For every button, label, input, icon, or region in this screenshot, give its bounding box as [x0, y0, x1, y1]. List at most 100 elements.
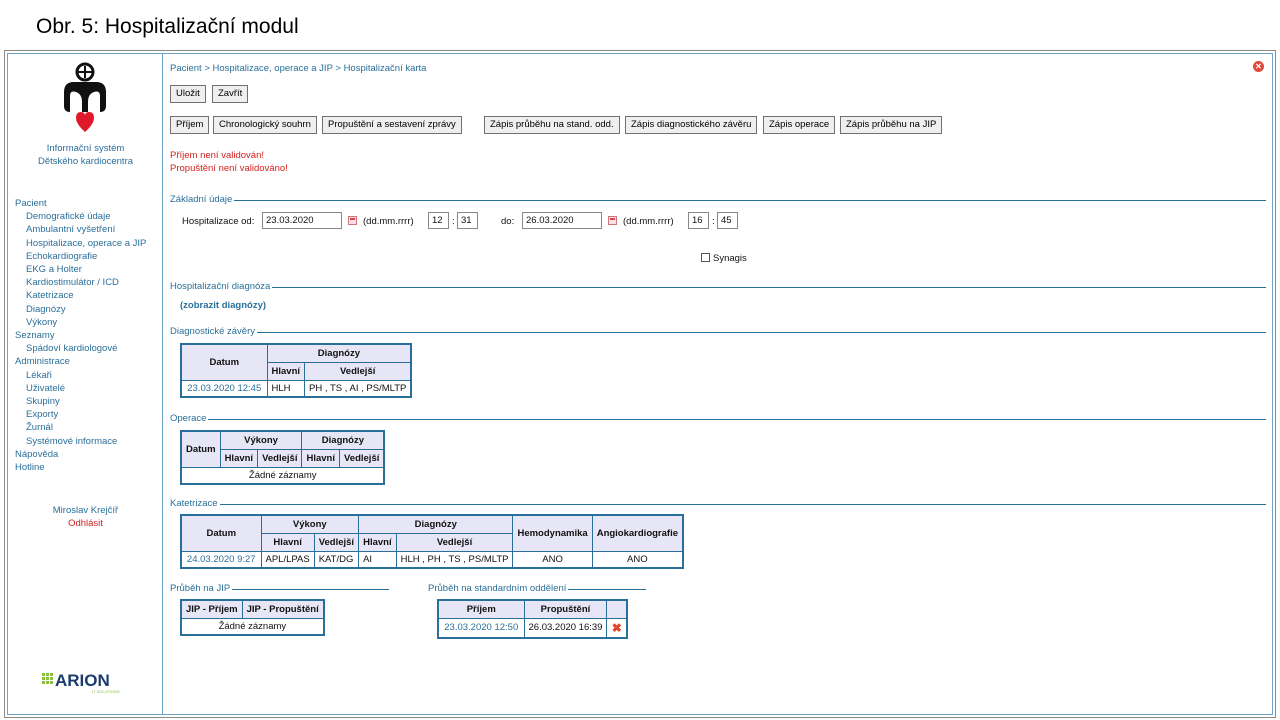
sidebar-item-hotline[interactable]: Hotline	[15, 461, 160, 474]
sidebar-nav: Pacient Demografické údaje Ambulantní vyše…	[15, 197, 160, 474]
cell-hemodynamika: ANO	[512, 550, 593, 569]
date-format-hint: (dd.mm.rrrr)	[623, 216, 674, 227]
discharge-report-button[interactable]: Propuštění a sestavení zprávy	[322, 116, 462, 134]
sidebar-item-pacient[interactable]: Pacient	[15, 197, 160, 210]
sidebar-item-l-ka-i[interactable]: Lékaři	[15, 369, 160, 382]
sidebar-item-echokardiografie[interactable]: Echokardiografie	[15, 250, 160, 263]
table-row[interactable]: 24.03.2020 9:27 APL/LPAS KAT/DG AI HLH ,…	[180, 550, 684, 569]
main-content: Pacient > Hospitalizace, operace a JIP >…	[170, 54, 1272, 714]
table-row[interactable]: 23.03.2020 12:50 26.03.2020 16:39 ✖	[437, 617, 628, 638]
breadcrumb[interactable]: Pacient > Hospitalizace, operace a JIP >…	[170, 63, 426, 74]
chronological-summary-button[interactable]: Chronologický souhrn	[213, 116, 317, 134]
icu-progress-section: Průběh na JIP	[170, 583, 389, 594]
diagnostic-conclusion-entry-button[interactable]: Zápis diagnostického závěru	[625, 116, 758, 134]
table-header-row: Datum Výkony Diagnózy	[180, 430, 385, 468]
sidebar-item-kardiostimul-tor-icd[interactable]: Kardiostimulátor / ICD	[15, 276, 160, 289]
hosp-to-minute-input[interactable]: 45	[717, 212, 738, 229]
sidebar-item-sp-dov-kardiologov[interactable]: Spádoví kardiologové	[15, 342, 160, 355]
logout-link[interactable]: Odhlásit	[8, 517, 163, 530]
operation-entry-button[interactable]: Zápis operace	[763, 116, 836, 134]
calendar-icon[interactable]	[348, 216, 357, 225]
sidebar-item-katetrizace[interactable]: Katetrizace	[15, 289, 160, 302]
table-header-row: Datum Výkony Diagnózy Hemodynamika Angio…	[180, 514, 684, 552]
sidebar-item-exporty[interactable]: Exporty	[15, 408, 160, 421]
delete-cell: ✖	[606, 617, 628, 638]
calendar-icon[interactable]	[608, 216, 617, 225]
system-name-line2: Dětského kardiocentra	[37, 156, 134, 167]
empty-records: Žádné záznamy	[180, 466, 385, 485]
sidebar-item-skupiny[interactable]: Skupiny	[15, 395, 160, 408]
table-header-row: Datum Diagnózy	[180, 343, 412, 381]
delete-icon[interactable]: ✖	[612, 621, 622, 635]
tab-prijem-button[interactable]: Příjem	[170, 116, 210, 134]
show-diagnoses-link[interactable]: (zobrazit diagnózy)	[180, 300, 266, 311]
discharge-warning: Propuštění není validováno!	[170, 163, 288, 174]
basic-data-section: Základní údaje	[170, 194, 1266, 205]
hosp-from-minute-input[interactable]: 31	[457, 212, 478, 229]
hosp-from-date-input[interactable]: 23.03.2020	[262, 212, 342, 229]
col-header-datum: Datum	[180, 514, 262, 552]
basic-data-legend: Základní údaje	[170, 194, 235, 205]
app-window: Informační systém Dětského kardiocentra …	[4, 50, 1276, 718]
operations-table: Datum Výkony Diagnózy Hlavní Vedlejší Hl…	[180, 430, 386, 485]
close-button[interactable]: Zavřít	[212, 85, 249, 103]
col-header-diagnozy: Diagnózy	[358, 514, 514, 534]
ward-progress-table: Příjem Propuštění 23.03.2020 12:50 26.03…	[437, 599, 628, 639]
sidebar-item-ambulantn-vy-et-en[interactable]: Ambulantní vyšetření	[15, 223, 160, 236]
catheterization-legend: Katetrizace	[170, 498, 220, 509]
cell-admission-link[interactable]: 23.03.2020 12:50	[437, 617, 525, 638]
sidebar-item-demografick-daje[interactable]: Demografické údaje	[15, 210, 160, 223]
sidebar-item-hospitalizace-operace-a-jip[interactable]: Hospitalizace, operace a JIP	[15, 237, 160, 250]
cell-datum-link[interactable]: 23.03.2020 12:45	[180, 379, 268, 398]
diag-conclusions-legend: Diagnostické závěry	[170, 326, 258, 337]
hosp-to-date-input[interactable]: 26.03.2020	[522, 212, 602, 229]
col-header-vykony: Výkony	[219, 430, 303, 450]
col-header-diagnozy: Diagnózy	[301, 430, 385, 450]
diag-conclusions-section: Diagnostické závěry	[170, 326, 1266, 337]
time-colon: :	[452, 216, 455, 227]
sidebar-item-seznamy[interactable]: Seznamy	[15, 329, 160, 342]
col-header-vedlejsi: Vedlejší	[313, 532, 360, 552]
hosp-from-hour-input[interactable]: 12	[428, 212, 449, 229]
table-row: Žádné záznamy	[180, 617, 325, 636]
col-header-discharge: Propuštění	[523, 599, 608, 619]
table-row[interactable]: 23.03.2020 12:45 HLH PH , TS , AI , PS/M…	[180, 379, 412, 398]
arion-logo: ARION IT SOLUTIONS	[42, 671, 120, 694]
hosp-diagnosis-legend: Hospitalizační diagnóza	[170, 281, 273, 292]
cell-vykony-hlavni: APL/LPAS	[260, 550, 315, 569]
sidebar-item-u-ivatel[interactable]: Uživatelé	[15, 382, 160, 395]
ward-progress-section: Průběh na standardním oddělení	[428, 583, 646, 594]
sidebar-item-urn-l[interactable]: Žurnál	[15, 421, 160, 434]
sidebar-item-n-pov-da[interactable]: Nápověda	[15, 448, 160, 461]
col-header-actions	[606, 599, 628, 619]
hosp-to-label: do:	[501, 216, 515, 227]
ward-progress-entry-button[interactable]: Zápis průběhu na stand. odd.	[484, 116, 620, 134]
col-header-vykony: Výkony	[260, 514, 360, 534]
sidebar-item-administrace[interactable]: Administrace	[15, 355, 160, 368]
table-row: Žádné záznamy	[180, 466, 385, 485]
time-colon: :	[712, 216, 715, 227]
sidebar-item-diagn-zy[interactable]: Diagnózy	[15, 303, 160, 316]
cell-angiokardiografie: ANO	[591, 550, 684, 569]
col-header-hlavni: Hlavní	[219, 448, 259, 468]
catheterization-table: Datum Výkony Diagnózy Hemodynamika Angio…	[180, 514, 684, 569]
sidebar-item-v-kony[interactable]: Výkony	[15, 316, 160, 329]
col-header-vedlejsi: Vedlejší	[257, 448, 303, 468]
col-header-icu-discharge: JIP - Propuštění	[241, 599, 325, 619]
icu-progress-legend: Průběh na JIP	[170, 583, 233, 594]
cell-datum-link[interactable]: 24.03.2020 9:27	[180, 550, 262, 569]
save-button[interactable]: Uložit	[170, 85, 206, 103]
sidebar-item-ekg-a-holter[interactable]: EKG a Holter	[15, 263, 160, 276]
hosp-to-hour-input[interactable]: 16	[688, 212, 709, 229]
diag-conclusions-table: Datum Diagnózy Hlavní Vedlejší 23.03.202…	[180, 343, 413, 398]
system-name: Informační systém Dětského kardiocentra	[8, 142, 163, 168]
col-header-hlavni: Hlavní	[260, 532, 315, 552]
close-icon[interactable]: ✕	[1253, 61, 1264, 72]
icu-progress-entry-button[interactable]: Zápis průběhu na JIP	[840, 116, 943, 134]
cell-vedlejsi: PH , TS , AI , PS/MLTP	[304, 379, 412, 398]
cell-hlavni: HLH	[266, 379, 306, 398]
cell-diag-hlavni: AI	[358, 550, 397, 569]
synagis-checkbox[interactable]	[701, 253, 710, 262]
col-header-hemodynamika: Hemodynamika	[512, 514, 593, 552]
sidebar-item-syst-mov-informace[interactable]: Systémové informace	[15, 435, 160, 448]
